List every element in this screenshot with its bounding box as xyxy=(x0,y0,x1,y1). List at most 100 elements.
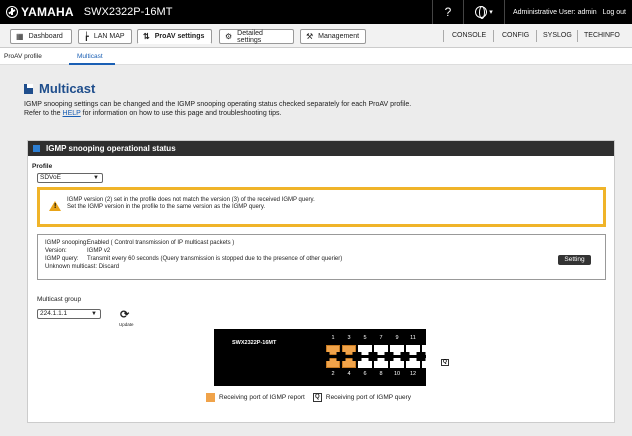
port-number-3: 3 xyxy=(347,335,351,341)
igmp-status-box: IGMP snooping:Enabled ( Control transmis… xyxy=(37,234,606,280)
chevron-down-icon: ▼ xyxy=(91,311,97,317)
port-5[interactable] xyxy=(358,345,372,355)
warning-icon: ! xyxy=(49,201,61,211)
tab-detailed-settings[interactable]: ⚙ Detailed settings xyxy=(219,29,294,44)
tab-management[interactable]: ⚒ Management xyxy=(300,29,366,44)
setting-button[interactable]: Setting xyxy=(558,255,591,265)
port-number-12: 12 xyxy=(409,371,417,377)
update-label[interactable]: Update xyxy=(119,322,134,327)
page-description: IGMP snooping settings can be changed an… xyxy=(24,100,614,118)
version-mismatch-warning: ! IGMP version (2) set in the profile do… xyxy=(37,187,606,227)
lan-map-icon: ┢ xyxy=(84,32,89,41)
port-12[interactable] xyxy=(406,358,420,368)
top-bar: YAMAHA SWX2322P-16MT ? ▾ Administrative … xyxy=(0,0,632,24)
tab-management-label: Management xyxy=(318,33,360,40)
tab-lan-map[interactable]: ┢ LAN MAP xyxy=(78,29,132,44)
model-name: SWX2322P-16MT xyxy=(83,6,173,18)
port-9[interactable] xyxy=(390,345,404,355)
brand-name: YAMAHA xyxy=(21,5,74,19)
chevron-down-icon: ▾ xyxy=(489,9,493,16)
port-number-13: 13 xyxy=(425,335,433,341)
console-link[interactable]: CONSOLE xyxy=(452,32,486,39)
user-label: Administrative User: admin xyxy=(513,8,597,16)
help-icon[interactable]: ? xyxy=(433,5,463,19)
help-link[interactable]: HELP xyxy=(63,110,81,117)
sub-nav: ProAV profile Multicast xyxy=(0,48,632,65)
port-11[interactable] xyxy=(406,345,420,355)
port-1[interactable] xyxy=(326,345,340,355)
port-number-4: 4 xyxy=(347,371,351,377)
port-number-8: 8 xyxy=(379,371,383,377)
multicast-group-value: 224.1.1.1 xyxy=(40,310,68,317)
port-15[interactable] xyxy=(438,345,452,355)
panel-header-text: IGMP snooping operational status xyxy=(46,144,176,153)
profile-label: Profile xyxy=(32,163,53,170)
syslog-link[interactable]: SYSLOG xyxy=(543,32,572,39)
port-number-16: 16 xyxy=(441,371,449,377)
language-selector[interactable]: ▾ xyxy=(464,6,504,19)
page-title: Multicast xyxy=(24,81,95,96)
tab-lan-map-label: LAN MAP xyxy=(93,33,125,40)
port-8[interactable] xyxy=(374,358,388,368)
port-6[interactable] xyxy=(358,358,372,368)
description-line-2: Refer to the HELP for information on how… xyxy=(24,110,282,117)
proav-icon: ⇅ xyxy=(143,32,150,41)
port-number-1: 1 xyxy=(331,335,335,341)
port-number-2: 2 xyxy=(331,371,335,377)
page-title-text: Multicast xyxy=(39,81,96,96)
port-number-7: 7 xyxy=(379,335,383,341)
query-port-swatch: Q xyxy=(312,393,322,402)
tab-proav-settings[interactable]: ⇅ ProAV settings xyxy=(137,29,212,44)
switch-model-label: SWX2322P-16MT xyxy=(232,340,277,346)
port-7[interactable] xyxy=(374,345,388,355)
top-right-area: ? ▾ Administrative User: admin Log out xyxy=(432,0,632,24)
port-number-15: 15 xyxy=(441,335,449,341)
port-4[interactable] xyxy=(342,358,356,368)
main-nav: ▦ Dashboard ┢ LAN MAP ⇅ ProAV settings ⚙… xyxy=(0,24,632,48)
port-number-9: 9 xyxy=(395,335,399,341)
warning-line-2: Set the IGMP version in the profile to t… xyxy=(67,204,266,210)
port-14[interactable] xyxy=(422,358,436,368)
yamaha-logo-icon xyxy=(6,6,18,18)
tab-proav-settings-label: ProAV settings xyxy=(154,33,205,40)
techinfo-link[interactable]: TECHINFO xyxy=(584,32,620,39)
multicast-group-select[interactable]: 224.1.1.1 ▼ xyxy=(37,309,101,319)
tab-detailed-settings-label: Detailed settings xyxy=(237,29,263,44)
port-2[interactable] xyxy=(326,358,340,368)
description-line-1: IGMP snooping settings can be changed an… xyxy=(24,101,412,108)
multicast-group-label: Multicast group xyxy=(37,296,82,303)
igmp-status-panel: IGMP snooping operational status Profile… xyxy=(27,140,615,423)
gear-icon: ⚙ xyxy=(225,32,233,41)
report-port-swatch xyxy=(206,393,215,402)
status-version: Version: IGMP v2 xyxy=(45,248,111,254)
status-query: IGMP query: Transmit every 60 seconds (Qu… xyxy=(45,256,343,262)
subtab-proav-profile[interactable]: ProAV profile xyxy=(4,53,42,60)
tab-dashboard[interactable]: ▦ Dashboard xyxy=(10,29,72,44)
port-number-10: 10 xyxy=(393,371,401,377)
globe-icon xyxy=(475,6,488,19)
switch-port-diagram: SWX2322P-16MT 1 3 5 7 9 11 13 15 2 4 6 8 10 12 14 Q 16 xyxy=(214,329,452,386)
port-13[interactable] xyxy=(422,345,436,355)
status-snooping: IGMP snooping:Enabled ( Control transmis… xyxy=(45,240,235,246)
dashboard-icon: ▦ xyxy=(16,32,24,41)
panel-header: IGMP snooping operational status xyxy=(28,141,614,156)
status-unknown-multicast: Unknown multicast: Discard xyxy=(45,264,120,270)
port-number-6: 6 xyxy=(363,371,367,377)
query-port-marker: Q xyxy=(441,359,449,366)
refresh-icon[interactable]: ⟳ xyxy=(120,308,129,321)
logout-link[interactable]: Log out xyxy=(603,9,632,16)
port-number-14: 14 xyxy=(425,371,433,377)
main-content: Multicast IGMP snooping settings can be … xyxy=(0,65,632,436)
port-3[interactable] xyxy=(342,345,356,355)
legend-query-label: Receiving port of IGMP query xyxy=(325,394,412,401)
subtab-multicast[interactable]: Multicast xyxy=(77,53,103,60)
profile-select[interactable]: SDVoE ▼ xyxy=(37,173,103,183)
wrench-icon: ⚒ xyxy=(306,32,314,41)
profile-select-value: SDVoE xyxy=(40,174,61,181)
tab-dashboard-label: Dashboard xyxy=(28,33,63,40)
multicast-icon xyxy=(24,83,33,94)
warning-line-1: IGMP version (2) set in the profile does… xyxy=(67,197,315,203)
port-10[interactable] xyxy=(390,358,404,368)
port-legend: Receiving port of IGMP report Q Receivin… xyxy=(206,393,411,402)
config-link[interactable]: CONFIG xyxy=(502,32,529,39)
